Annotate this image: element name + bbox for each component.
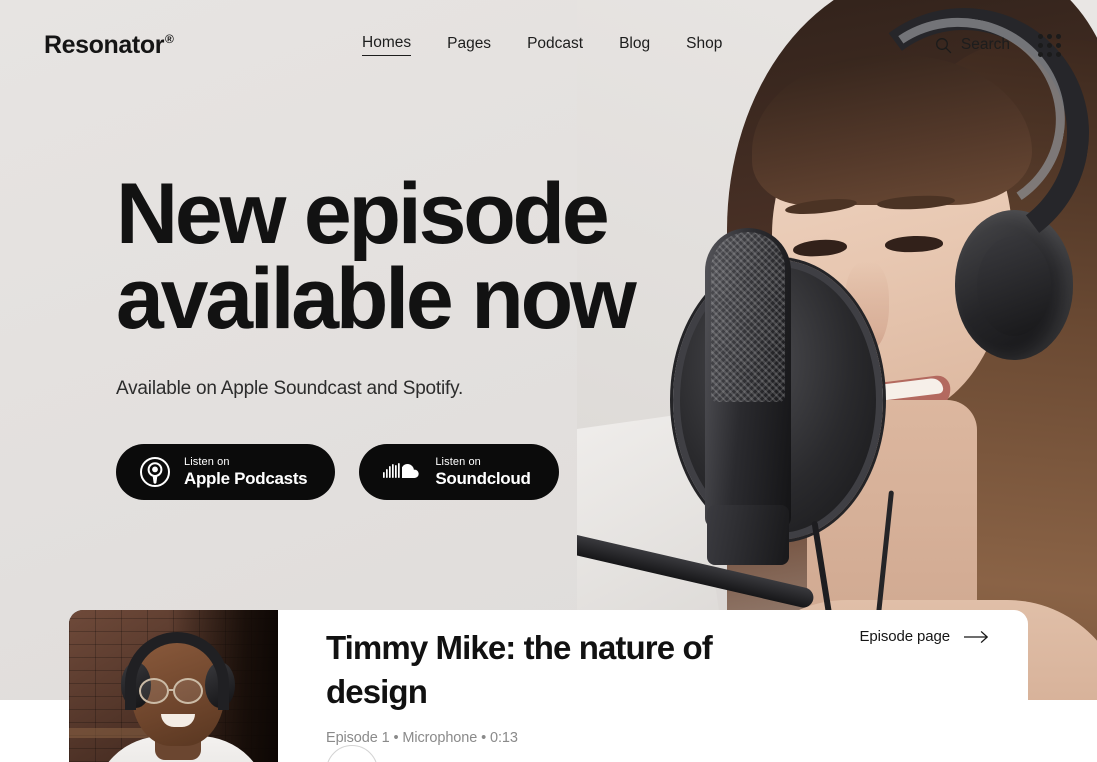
episode-meta: Episode 1 • Microphone • 0:13	[326, 730, 518, 747]
hero-title: New episode available now	[116, 171, 736, 342]
site-logo[interactable]: Resonator®	[44, 31, 174, 60]
apple-podcasts-icon	[140, 457, 170, 488]
soundcloud-badge[interactable]: Listen on Soundcloud	[359, 444, 559, 501]
nav-item-podcast[interactable]: Podcast	[527, 35, 583, 56]
episode-thumbnail	[69, 610, 278, 762]
hero-content: New episode available now Available on A…	[116, 171, 736, 501]
logo-registered-mark: ®	[165, 32, 174, 47]
nav-item-shop[interactable]: Shop	[686, 35, 722, 56]
featured-episode-card[interactable]: Timmy Mike: the nature of design Episode…	[69, 610, 1028, 762]
soundcloud-icon	[383, 463, 420, 479]
search-label: Search	[960, 36, 1010, 53]
hero-title-line-2: available now	[116, 251, 637, 348]
episode-title: Timmy Mike: the nature of design	[326, 629, 713, 710]
episode-page-link[interactable]: Episode page	[859, 628, 990, 645]
main-navigation: Homes Pages Podcast Blog Shop	[362, 34, 722, 56]
search-button[interactable]: Search	[935, 36, 1010, 54]
apple-podcasts-badge[interactable]: Listen on Apple Podcasts	[116, 444, 336, 501]
hero-subtitle: Available on Apple Soundcast and Spotify…	[116, 378, 464, 400]
nav-item-pages[interactable]: Pages	[447, 35, 491, 56]
site-header: Resonator® Homes Pages Podcast Blog Shop…	[0, 0, 1097, 90]
header-actions: Search	[935, 33, 1061, 57]
listen-badges: Listen on Apple Podcasts Listen on Sound…	[116, 444, 736, 501]
grid-menu-icon[interactable]	[1038, 33, 1061, 57]
search-icon	[935, 37, 952, 53]
page-root: Resonator® Homes Pages Podcast Blog Shop…	[0, 0, 1097, 762]
soundcloud-badge-small-label: Listen on	[435, 455, 481, 468]
hero-title-line-1: New episode	[116, 166, 610, 262]
episode-page-link-label: Episode page	[859, 628, 950, 645]
soundcloud-badge-label: Soundcloud	[435, 469, 531, 489]
apple-badge-label: Apple Podcasts	[184, 469, 308, 489]
logo-text: Resonator	[44, 30, 165, 59]
nav-item-blog[interactable]: Blog	[619, 35, 650, 56]
episode-card-body: Timmy Mike: the nature of design Episode…	[278, 610, 1028, 762]
nav-item-homes[interactable]: Homes	[362, 34, 412, 56]
arrow-right-icon	[964, 630, 988, 643]
play-button[interactable]	[326, 745, 378, 762]
apple-badge-small-label: Listen on	[184, 455, 230, 468]
